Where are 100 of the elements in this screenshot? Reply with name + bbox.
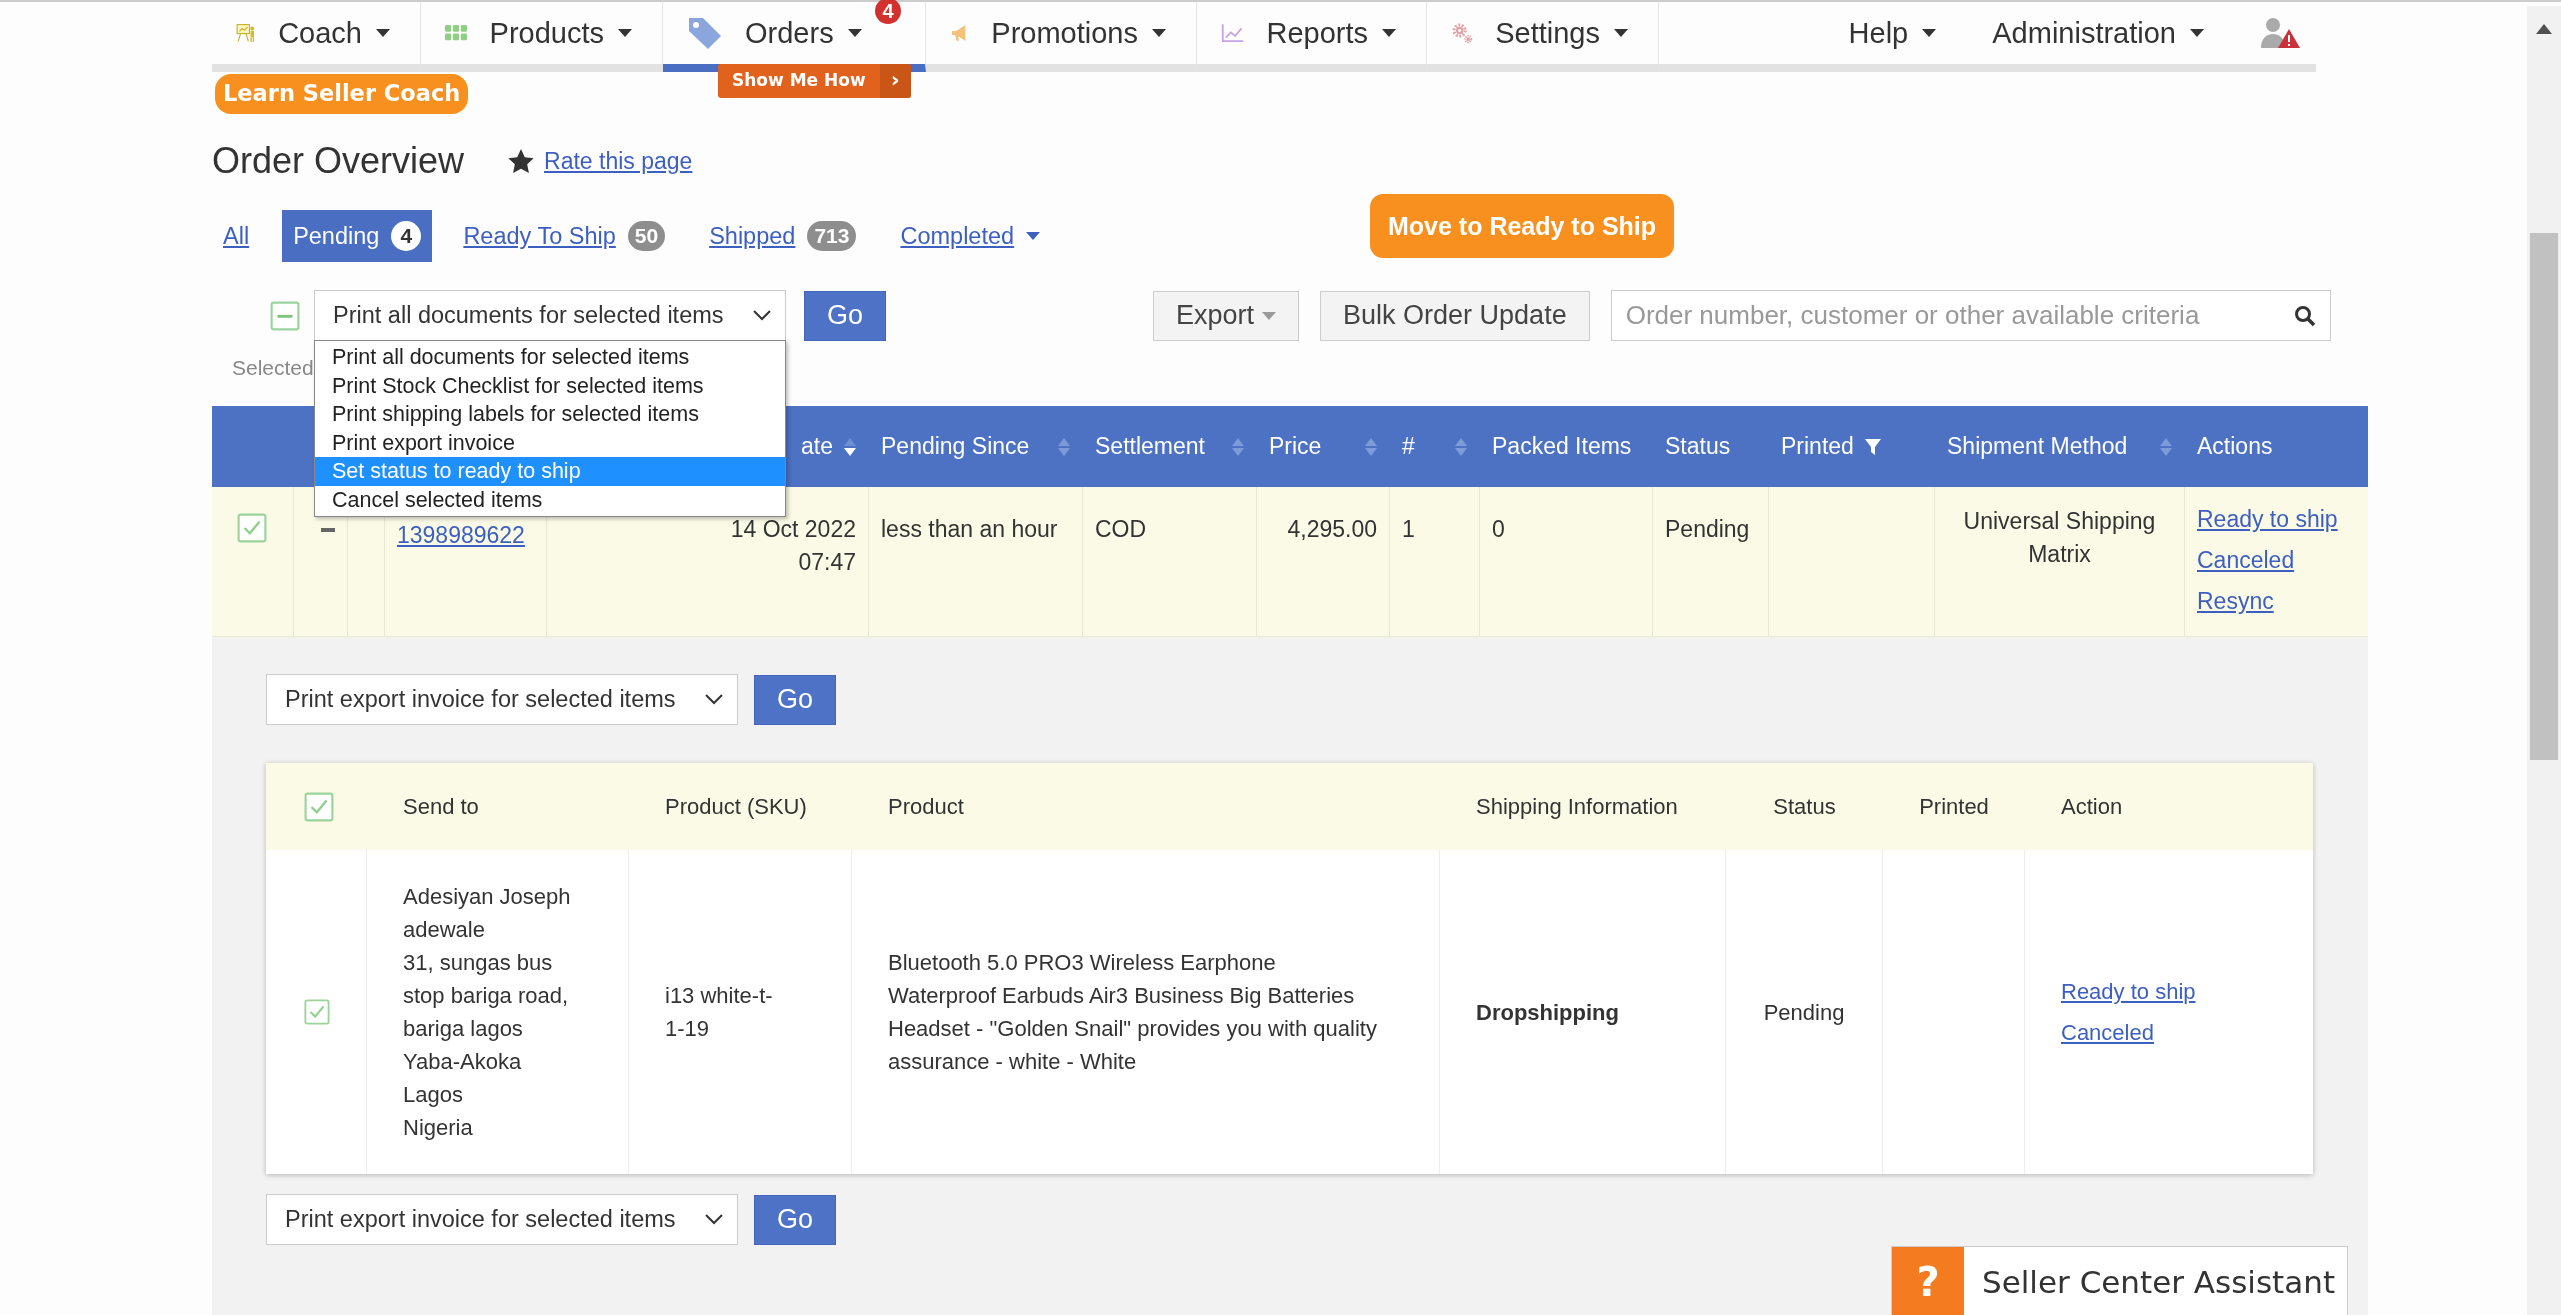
- nav-menu[interactable]: Administration: [1992, 16, 2204, 50]
- status-tab[interactable]: Ready To Ship 50: [452, 210, 677, 262]
- action-link[interactable]: Resync: [2197, 581, 2356, 622]
- address-line: Lagos: [403, 1081, 464, 1109]
- count-badge: 713: [807, 221, 857, 251]
- menu-option[interactable]: Print shipping labels for selected items: [315, 400, 785, 429]
- column-header: Product (SKU): [664, 793, 808, 820]
- action-link[interactable]: Canceled: [2197, 540, 2356, 581]
- search-field[interactable]: Order number, customer or other available criteria: [1610, 290, 2331, 341]
- count-badge: 4: [875, 0, 901, 24]
- packed-items: 0: [1480, 487, 1653, 636]
- caret-icon: [1152, 29, 1166, 37]
- action-link[interactable]: Canceled: [2061, 1012, 2196, 1053]
- nav-menu[interactable]: Help: [1848, 16, 1937, 50]
- scroll-up-icon[interactable]: [2536, 24, 2552, 34]
- count-badge: 4: [391, 221, 422, 251]
- rate-link[interactable]: Rate this page: [544, 147, 693, 175]
- count-badge: 50: [627, 221, 666, 251]
- address-line: 31, sungas bus stop bariga road, bariga lagos: [403, 949, 570, 1043]
- quantity: 1: [1390, 487, 1480, 636]
- column-header: Shipping Information: [1475, 793, 1679, 820]
- shipping-information: Dropshipping: [1440, 850, 1726, 1174]
- caret-icon: [847, 29, 862, 37]
- menu-option[interactable]: Set status to ready to ship: [315, 457, 785, 486]
- nav-item[interactable]: Reports: [1197, 2, 1427, 72]
- caret-icon: [2190, 29, 2204, 37]
- action-link[interactable]: Ready to ship: [2197, 499, 2356, 540]
- menu-option[interactable]: Print all documents for selected items: [315, 343, 785, 372]
- column-header: Actions: [2197, 433, 2273, 460]
- column-header: Status: [1665, 433, 1731, 460]
- go-button[interactable]: Go: [754, 1194, 836, 1245]
- price: 4,295.00: [1257, 487, 1390, 636]
- order-status: Pending: [1653, 487, 1769, 636]
- sort-icon[interactable]: [1231, 436, 1245, 457]
- sort-icon[interactable]: [1454, 436, 1468, 457]
- menu-option[interactable]: Print Stock Checklist for selected items: [315, 371, 785, 400]
- pending-since: less than an hour: [869, 487, 1083, 636]
- chevron-icon: [705, 1214, 723, 1225]
- dropdown-field[interactable]: Print all documents for selected items: [314, 290, 786, 341]
- caret-icon: [1262, 311, 1277, 320]
- checkbox[interactable]: [237, 513, 267, 543]
- column-header[interactable]: Settlement: [1095, 433, 1205, 460]
- sort-icon[interactable]: [1364, 436, 1378, 457]
- go-button[interactable]: Go: [754, 674, 836, 725]
- sort-icon[interactable]: [1057, 436, 1071, 457]
- scrollbar-thumb[interactable]: [2530, 233, 2558, 760]
- nav-item[interactable]: Settings: [1427, 2, 1659, 72]
- page-title: Order Overview: [212, 140, 465, 182]
- assistant-label[interactable]: Seller Center Assistant: [1964, 1247, 2348, 1315]
- caret-icon: [376, 29, 390, 37]
- star-icon: [508, 148, 535, 174]
- caret-icon: [1922, 29, 1937, 37]
- chevron-icon: [753, 310, 771, 321]
- order-number-link[interactable]: 1398989622: [397, 519, 534, 552]
- item-status: Pending: [1726, 850, 1883, 1174]
- nav-item[interactable]: Promotions: [926, 2, 1197, 72]
- shipment-method: Universal Shipping Matrix: [1935, 487, 2185, 636]
- chevron-icon: [705, 694, 723, 705]
- user-warning-icon[interactable]: [2260, 16, 2302, 50]
- column-header: Printed: [1918, 793, 1990, 820]
- menu-option[interactable]: Print export invoice: [315, 428, 785, 457]
- caret-icon: [618, 29, 632, 37]
- product-sku: i13 white-t-1-19: [629, 850, 852, 1174]
- sort-down-icon[interactable]: [843, 436, 857, 457]
- caret-icon: [1382, 29, 1396, 37]
- checkbox[interactable]: [304, 997, 330, 1027]
- export-button[interactable]: Export: [1153, 290, 1300, 341]
- status-tab[interactable]: Shipped 713: [698, 210, 868, 262]
- show-me-how-button[interactable]: Show Me How ›: [718, 64, 911, 98]
- column-header: Send to: [402, 793, 480, 820]
- address-line: Adesiyan Joseph adewale: [403, 883, 572, 944]
- checkbox[interactable]: [304, 791, 334, 822]
- status-tab[interactable]: Pending 4: [282, 210, 433, 262]
- column-header: Packed Items: [1492, 433, 1632, 460]
- bulk-order-update-button[interactable]: Bulk Order Update: [1320, 290, 1590, 341]
- tag-icon: [687, 16, 723, 50]
- column-header[interactable]: Shipment Method: [1947, 433, 2128, 460]
- column-header: Product: [887, 793, 965, 820]
- column-header[interactable]: #: [1402, 433, 1415, 460]
- caret-icon: [1614, 29, 1628, 37]
- checkbox[interactable]: [270, 300, 300, 331]
- action-link[interactable]: Ready to ship: [2061, 971, 2196, 1012]
- filter-icon[interactable]: [1863, 437, 1882, 456]
- go-button[interactable]: Go: [804, 290, 886, 341]
- column-header: Printed: [1781, 433, 1854, 460]
- settlement: COD: [1083, 487, 1257, 636]
- column-header: Status: [1772, 793, 1837, 820]
- status-tab[interactable]: All: [212, 210, 261, 262]
- column-header: Action: [2060, 793, 2124, 820]
- search-icon: [2293, 304, 2316, 327]
- selected-label: Selected: [232, 356, 314, 380]
- dropdown-field[interactable]: Print export invoice for selected items: [266, 1194, 738, 1245]
- dropdown-field[interactable]: Print export invoice for selected items: [266, 674, 738, 725]
- status-tab[interactable]: Completed: [889, 210, 1052, 262]
- column-header[interactable]: Pending Since: [881, 433, 1030, 460]
- column-header[interactable]: ate: [801, 433, 833, 460]
- address-line: Yaba-Akoka: [403, 1048, 523, 1076]
- column-header[interactable]: Price: [1269, 433, 1322, 460]
- address-line: Nigeria: [403, 1114, 474, 1142]
- sort-icon[interactable]: [2159, 436, 2173, 457]
